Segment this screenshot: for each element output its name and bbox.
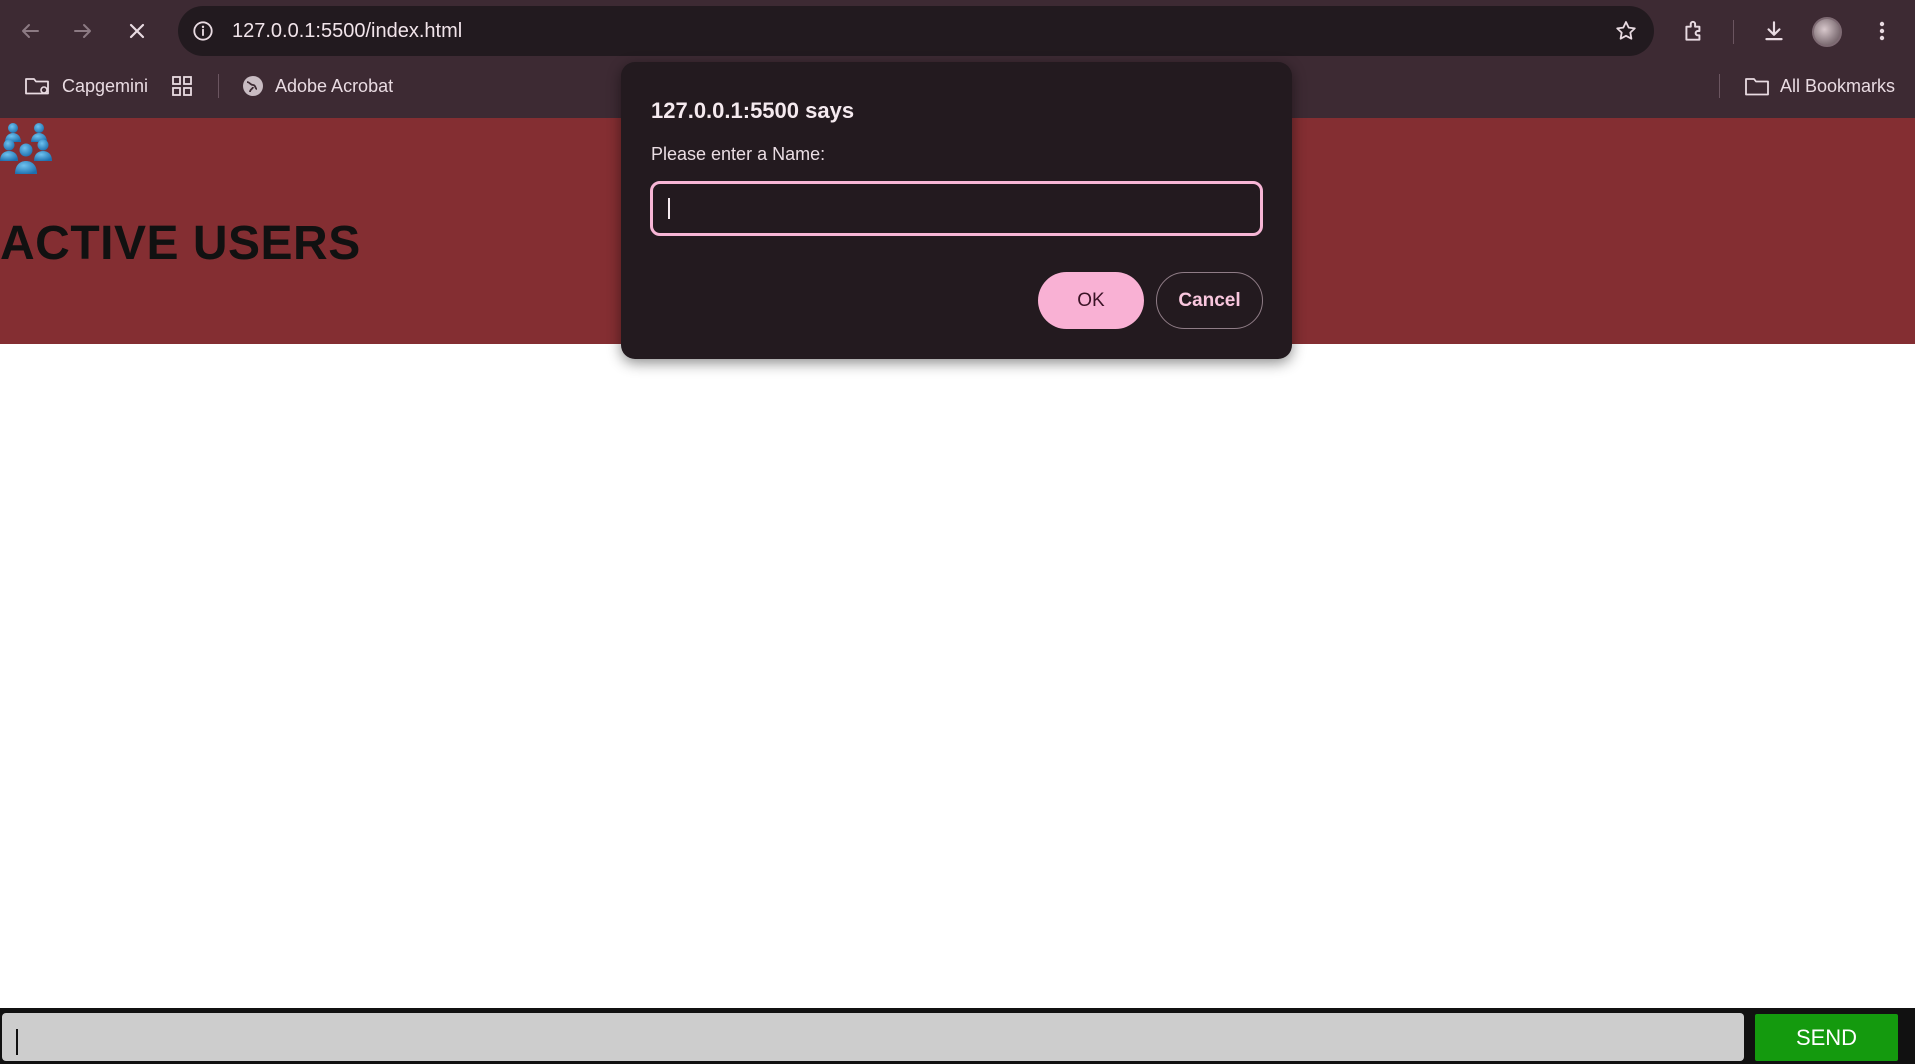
arrow-right-icon: [74, 24, 91, 38]
prompt-dialog: 127.0.0.1:5500 says Please enter a Name:…: [621, 62, 1292, 359]
ok-button[interactable]: OK: [1038, 272, 1144, 329]
send-button[interactable]: SEND: [1755, 1014, 1898, 1061]
apps-grid-icon: [172, 76, 192, 96]
page-title: ACTIVE USERS: [0, 217, 361, 270]
bookmark-label: Adobe Acrobat: [275, 75, 394, 96]
bookmark-divider: [1719, 74, 1720, 98]
bookmark-star-icon[interactable]: [1612, 17, 1640, 45]
folder-settings-icon: [25, 78, 49, 95]
bookmark-label: Capgemini: [62, 75, 149, 96]
close-icon: [129, 23, 145, 39]
bookmark-divider: [218, 74, 219, 98]
name-input[interactable]: [650, 181, 1263, 236]
browser-toolbar: 127.0.0.1:5500/index.html: [0, 0, 1915, 62]
address-bar[interactable]: 127.0.0.1:5500/index.html: [178, 6, 1654, 56]
text-caret: [668, 198, 670, 219]
text-caret: [16, 1029, 18, 1055]
cancel-button[interactable]: Cancel: [1156, 272, 1263, 329]
globe-icon: [243, 76, 263, 96]
bookmark-adobe-acrobat[interactable]: Adobe Acrobat: [241, 62, 393, 110]
all-bookmarks-button[interactable]: All Bookmarks: [1744, 62, 1895, 110]
dialog-title: 127.0.0.1:5500 says: [651, 98, 855, 123]
arrow-left-icon: [22, 24, 39, 38]
profile-avatar[interactable]: [1812, 17, 1842, 47]
bookmark-apps[interactable]: [171, 62, 203, 110]
all-bookmarks-label: All Bookmarks: [1780, 75, 1896, 96]
users-group-icon: [0, 120, 54, 176]
url-text[interactable]: 127.0.0.1:5500/index.html: [232, 6, 462, 56]
more-menu-icon[interactable]: [1864, 13, 1900, 49]
site-info-icon[interactable]: [190, 18, 216, 44]
extensions-icon[interactable]: [1676, 13, 1712, 49]
message-input[interactable]: [2, 1013, 1744, 1061]
stop-loading-button[interactable]: [117, 11, 157, 51]
toolbar-divider: [1733, 20, 1734, 44]
bookmark-capgemini[interactable]: Capgemini: [24, 62, 148, 110]
dialog-message: Please enter a Name:: [651, 144, 826, 164]
download-icon[interactable]: [1756, 13, 1792, 49]
folder-icon: [1745, 78, 1769, 96]
forward-button[interactable]: [63, 11, 103, 51]
back-button[interactable]: [10, 11, 50, 51]
chat-input-bar: SEND: [0, 1008, 1915, 1064]
